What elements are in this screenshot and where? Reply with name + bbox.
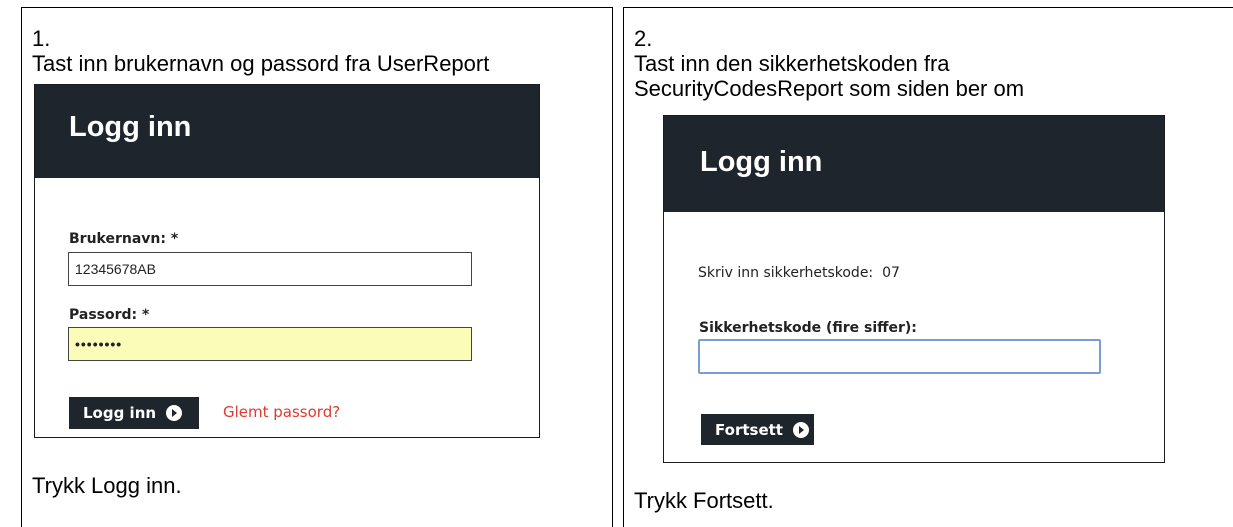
- login-title: Logg inn: [69, 111, 192, 143]
- login-button[interactable]: Logg inn: [69, 397, 199, 429]
- step-1-cell: 1. Tast inn brukernavn og passord fra Us…: [21, 7, 613, 527]
- login-button-label: Logg inn: [83, 404, 157, 422]
- username-input[interactable]: 12345678AB: [68, 252, 472, 286]
- username-label: Brukernavn: *: [69, 231, 179, 247]
- continue-button-label: Fortsett: [715, 420, 783, 439]
- password-input[interactable]: ••••••••: [68, 327, 472, 361]
- security-code-prompt-label: Skriv inn sikkerhetskode:: [698, 265, 874, 281]
- login-screenshot: Logg inn Brukernavn: * 12345678AB Passor…: [34, 84, 540, 438]
- login-header: Logg inn: [35, 85, 539, 178]
- step-instruction-line2: SecurityCodesReport som siden ber om: [634, 76, 1025, 101]
- security-code-prompt-value: 07: [882, 265, 900, 281]
- arrow-circle-right-icon: [792, 421, 809, 438]
- step-instruction: Tast inn den sikkerhetskoden fra: [634, 51, 950, 76]
- login-header: Logg inn: [664, 116, 1164, 212]
- step-number: 2.: [634, 26, 653, 51]
- continue-button[interactable]: Fortsett: [701, 414, 814, 445]
- arrow-circle-right-icon: [166, 405, 183, 421]
- security-code-prompt: Skriv inn sikkerhetskode: 07: [698, 265, 900, 281]
- step-footer: Trykk Fortsett.: [634, 488, 774, 513]
- login-title: Logg inn: [700, 146, 823, 178]
- step-2-cell: 2. Tast inn den sikkerhetskoden fra Secu…: [623, 7, 1233, 527]
- security-code-label: Sikkerhetskode (fire siffer):: [699, 320, 917, 336]
- login-screenshot: Logg inn Skriv inn sikkerhetskode: 07 Si…: [663, 115, 1165, 463]
- password-label: Passord: *: [69, 307, 150, 323]
- step-number: 1.: [32, 26, 51, 51]
- step-instruction: Tast inn brukernavn og passord fra UserR…: [32, 51, 490, 76]
- forgot-password-link[interactable]: Glemt passord?: [223, 403, 340, 421]
- security-code-input[interactable]: [698, 339, 1101, 374]
- step-footer: Trykk Logg inn.: [32, 473, 182, 498]
